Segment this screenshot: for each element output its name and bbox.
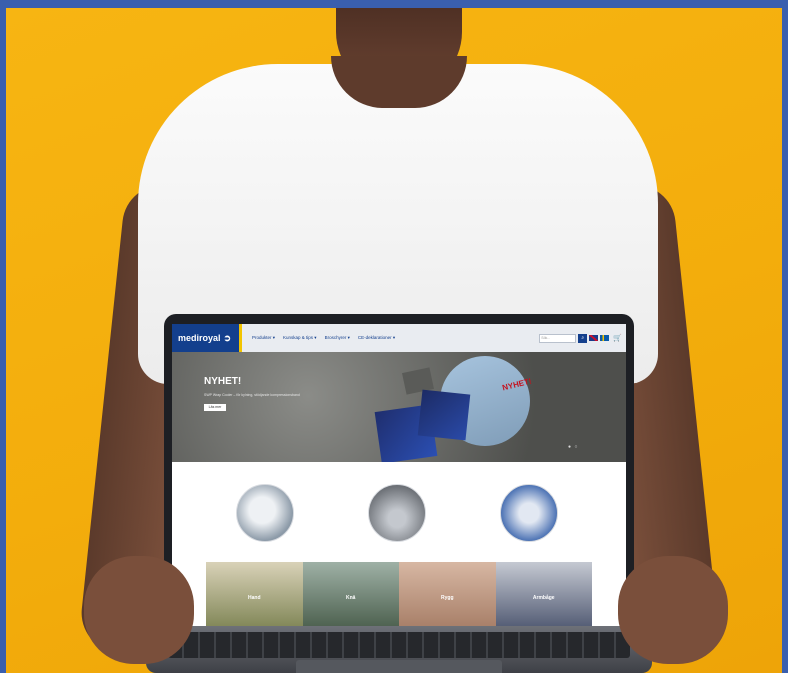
right-hand bbox=[618, 556, 728, 664]
feature-circles bbox=[172, 462, 626, 562]
support-circle-icon[interactable] bbox=[236, 484, 294, 542]
news-circle-icon[interactable] bbox=[500, 484, 558, 542]
category-tiles: Hand Knä Rygg Armbåge bbox=[206, 562, 592, 630]
logo-text: mediroyal bbox=[178, 333, 221, 343]
nav-item-ce[interactable]: CE-deklarationer ▾ bbox=[358, 335, 395, 341]
category-label: Knä bbox=[346, 595, 356, 601]
uk-flag-icon[interactable] bbox=[589, 335, 599, 341]
category-tile-kna[interactable]: Knä bbox=[302, 562, 399, 630]
carousel-dots[interactable]: ● ○ bbox=[568, 444, 578, 450]
training-circle-icon[interactable] bbox=[368, 484, 426, 542]
keyboard bbox=[168, 632, 630, 658]
search-icon[interactable]: ⌕ bbox=[578, 333, 588, 343]
left-hand bbox=[84, 556, 194, 664]
product-box-2 bbox=[417, 389, 471, 441]
laptop-lid: mediroyal ➲ Produkter ▾ Kunskap & tips ▾… bbox=[164, 314, 634, 638]
trackpad bbox=[296, 660, 502, 673]
nav-item-broschyrer[interactable]: Broschyrer ▾ bbox=[325, 335, 350, 341]
laptop-screen: mediroyal ➲ Produkter ▾ Kunskap & tips ▾… bbox=[172, 324, 626, 630]
category-tile-hand[interactable]: Hand bbox=[206, 562, 303, 630]
category-label: Hand bbox=[248, 595, 261, 601]
category-tile-rygg[interactable]: Rygg bbox=[399, 562, 496, 630]
hero-read-more-button[interactable]: Läs mer bbox=[204, 404, 226, 411]
hero-title: NYHET! bbox=[204, 376, 242, 387]
logo-mark-icon: ➲ bbox=[223, 332, 232, 343]
hero-banner: NYHET! SWP Wrap Cooler – för kylning, st… bbox=[172, 352, 626, 464]
site-logo[interactable]: mediroyal ➲ bbox=[172, 324, 242, 352]
photo-frame: mediroyal ➲ Produkter ▾ Kunskap & tips ▾… bbox=[0, 0, 788, 673]
sweden-flag-icon[interactable] bbox=[600, 335, 610, 341]
search-input[interactable]: Sök... bbox=[539, 333, 577, 343]
site-header: mediroyal ➲ Produkter ▾ Kunskap & tips ▾… bbox=[172, 324, 626, 352]
cart-icon[interactable]: 🛒 bbox=[613, 334, 622, 342]
category-label: Rygg bbox=[441, 595, 454, 601]
hero-subtitle: SWP Wrap Cooler – för kylning, stödjande… bbox=[204, 393, 300, 397]
nav-item-produkter[interactable]: Produkter ▾ bbox=[252, 335, 275, 341]
site-nav: Produkter ▾ Kunskap & tips ▾ Broschyrer … bbox=[252, 335, 395, 341]
category-tile-armbage[interactable]: Armbåge bbox=[495, 562, 592, 630]
nav-item-kunskap[interactable]: Kunskap & tips ▾ bbox=[283, 335, 317, 341]
search-area: Sök... ⌕ 🛒 bbox=[539, 333, 622, 343]
category-label: Armbåge bbox=[532, 595, 555, 601]
laptop-base bbox=[146, 626, 652, 673]
